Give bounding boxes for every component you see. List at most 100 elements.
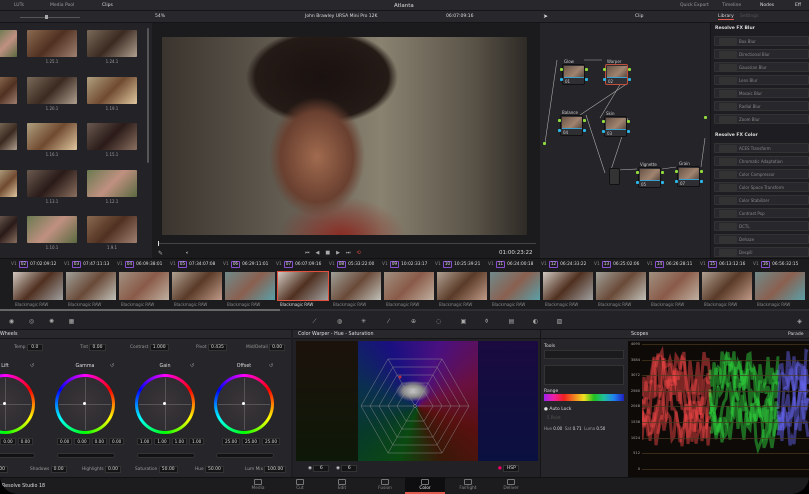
tool-actions[interactable] (544, 365, 624, 385)
media-pool-button[interactable]: Media Pool (50, 3, 74, 8)
node-balance[interactable]: 04 Balance (558, 110, 586, 136)
node-mode-select[interactable]: Clip (635, 14, 644, 19)
offset-color-wheel[interactable] (214, 374, 274, 434)
timeline-clip[interactable]: V1 03 07:47:11:13 Blackmagic RAW (64, 258, 117, 310)
reset-icon[interactable]: ↺ (190, 363, 194, 369)
gallery-size-slider[interactable] (20, 17, 80, 18)
library-item[interactable]: Gaussian Blur (714, 62, 809, 72)
node-rgb-input[interactable] (636, 171, 639, 174)
library-item[interactable]: Chromatic Adaptation (714, 156, 809, 166)
sat-resolution-select[interactable]: ◉ 6 (336, 465, 358, 472)
page-color[interactable]: Color (405, 477, 445, 494)
wheel-value-field[interactable]: 0.00 (108, 438, 125, 445)
library-item[interactable]: Zoom Blur (714, 114, 809, 124)
slider-handle[interactable] (45, 15, 48, 19)
gallery-still[interactable] (87, 30, 137, 57)
node-rgb-output[interactable] (661, 171, 664, 174)
clip-thumbnail[interactable] (543, 272, 593, 300)
param-value-field[interactable]: 0.00 (269, 344, 286, 351)
timeline-clip[interactable]: V1 05 07:34:07:08 Blackmagic RAW (170, 258, 223, 310)
volume-icon[interactable]: 🔈︎ (186, 250, 189, 256)
gallery-still[interactable] (0, 170, 17, 197)
tracker-icon[interactable]: ⊕ (410, 318, 417, 325)
gallery-still[interactable] (0, 123, 17, 150)
blur-icon[interactable]: ▣ (460, 318, 467, 325)
param-value-field[interactable]: 1.000 (149, 344, 169, 351)
timeline-clip[interactable]: V1 12 06:24:33:22 Blackmagic RAW (541, 258, 594, 310)
param-value-field[interactable]: 0.435 (207, 344, 227, 351)
gamma-color-wheel[interactable] (55, 374, 115, 434)
gain-color-wheel[interactable] (135, 374, 195, 434)
clips-button[interactable]: Clips (102, 3, 113, 8)
library-item[interactable]: Directional Blur (714, 49, 809, 59)
gallery-still[interactable] (0, 216, 17, 243)
clip-thumbnail[interactable] (225, 272, 275, 300)
wheel-value-field[interactable]: 1.00 (171, 438, 187, 445)
library-item[interactable]: Color Space Transform (714, 182, 809, 192)
page-media[interactable]: Media (238, 477, 278, 494)
skip-forward-icon[interactable]: ⏭︎ (346, 250, 357, 256)
param-value-field[interactable]: 100.00 (264, 466, 287, 473)
clip-thumbnail[interactable] (702, 272, 752, 300)
param-value-field[interactable]: 0.0 (26, 344, 43, 351)
node-warper[interactable]: 02 Warper (603, 59, 631, 85)
library-item[interactable]: DCTL (714, 221, 809, 231)
gallery-still[interactable] (87, 216, 137, 243)
effects-button[interactable]: Eff (795, 3, 801, 8)
wheel-puck[interactable] (242, 402, 245, 405)
color-warper-icon[interactable]: ◍ (336, 318, 343, 325)
pointer-icon[interactable]: ➤ (543, 13, 548, 20)
auto-lock-toggle[interactable]: ● Auto Lock (544, 407, 572, 412)
3d-icon[interactable]: ◐ (532, 318, 539, 325)
master-wheel-jog[interactable] (0, 453, 35, 458)
library-item[interactable]: Color Stabilizer (714, 195, 809, 205)
quick-export-button[interactable]: Quick Export (680, 3, 709, 8)
param-value-field[interactable]: 50.00 (158, 466, 178, 473)
timeline-clip[interactable]: V1 08 05:33:22:00 Blackmagic RAW (329, 258, 382, 310)
gallery-scrollbar[interactable] (147, 28, 149, 163)
range-slider[interactable] (544, 394, 624, 401)
keyframes-icon[interactable]: ◈ (796, 318, 803, 325)
timeline-clip[interactable]: V1 13 06:25:02:06 Blackmagic RAW (594, 258, 647, 310)
stop-icon[interactable]: ■ (325, 250, 336, 256)
node-rgb-output[interactable] (585, 68, 588, 71)
node-rgb-input[interactable] (558, 119, 561, 122)
node-rgb-input[interactable] (675, 170, 678, 173)
gallery-still[interactable] (27, 216, 77, 243)
node-alpha-output[interactable] (661, 181, 664, 184)
playhead[interactable] (158, 241, 159, 246)
timeline-clip[interactable]: V1 10 10:25:39:21 Blackmagic RAW (435, 258, 488, 310)
reset-icon[interactable]: ↺ (30, 363, 34, 369)
node-alpha-output[interactable] (585, 78, 588, 81)
scope-mode-select[interactable]: Parade (788, 332, 804, 337)
timeline-clip[interactable]: V1 06 06:29:11:01 Blackmagic RAW (223, 258, 276, 310)
timeline-button[interactable]: Timeline (722, 3, 741, 8)
timeline-clip[interactable]: V1 14 06:26:28:11 Blackmagic RAW (647, 258, 700, 310)
play-icon[interactable]: ▶ (336, 250, 346, 256)
timeline-clip[interactable]: V1 09 10:02:33:17 Blackmagic RAW (382, 258, 435, 310)
hue-resolution-select[interactable]: ◉ 6 (308, 465, 330, 472)
gallery-still[interactable] (0, 30, 17, 57)
magic-mask-icon[interactable]: ◌ (435, 318, 442, 325)
wheel-value-field[interactable]: 0.00 (17, 438, 33, 445)
wheel-value-field[interactable]: 1.00 (188, 438, 205, 445)
wheel-puck[interactable] (163, 402, 166, 405)
node-alpha-output[interactable] (700, 180, 703, 183)
param-value-field[interactable]: 0.00 (0, 466, 9, 473)
skip-back-icon[interactable]: ⏮︎ (305, 250, 316, 256)
gallery-still[interactable] (27, 77, 77, 104)
node-glow[interactable]: 01 Glow (560, 59, 588, 85)
page-deliver[interactable]: Deliver (491, 477, 531, 494)
gallery-still[interactable] (27, 30, 77, 57)
page-cut[interactable]: Cut (280, 477, 320, 494)
color-space-select[interactable]: ● HSP (498, 465, 520, 472)
param-value-field[interactable]: 0.00 (105, 466, 122, 473)
wheel-value-field[interactable]: 25.00 (242, 438, 260, 445)
zoom-level[interactable]: 54% (155, 14, 165, 19)
stereo-icon[interactable]: ▧ (556, 318, 563, 325)
clip-thumbnail[interactable] (277, 271, 329, 301)
library-item[interactable]: Dehaze (714, 234, 809, 244)
timeline-clip[interactable]: V1 11 06:24:00:18 Blackmagic RAW (488, 258, 541, 310)
clip-thumbnail[interactable] (119, 272, 169, 300)
wheel-value-field[interactable]: 0.00 (91, 438, 107, 445)
